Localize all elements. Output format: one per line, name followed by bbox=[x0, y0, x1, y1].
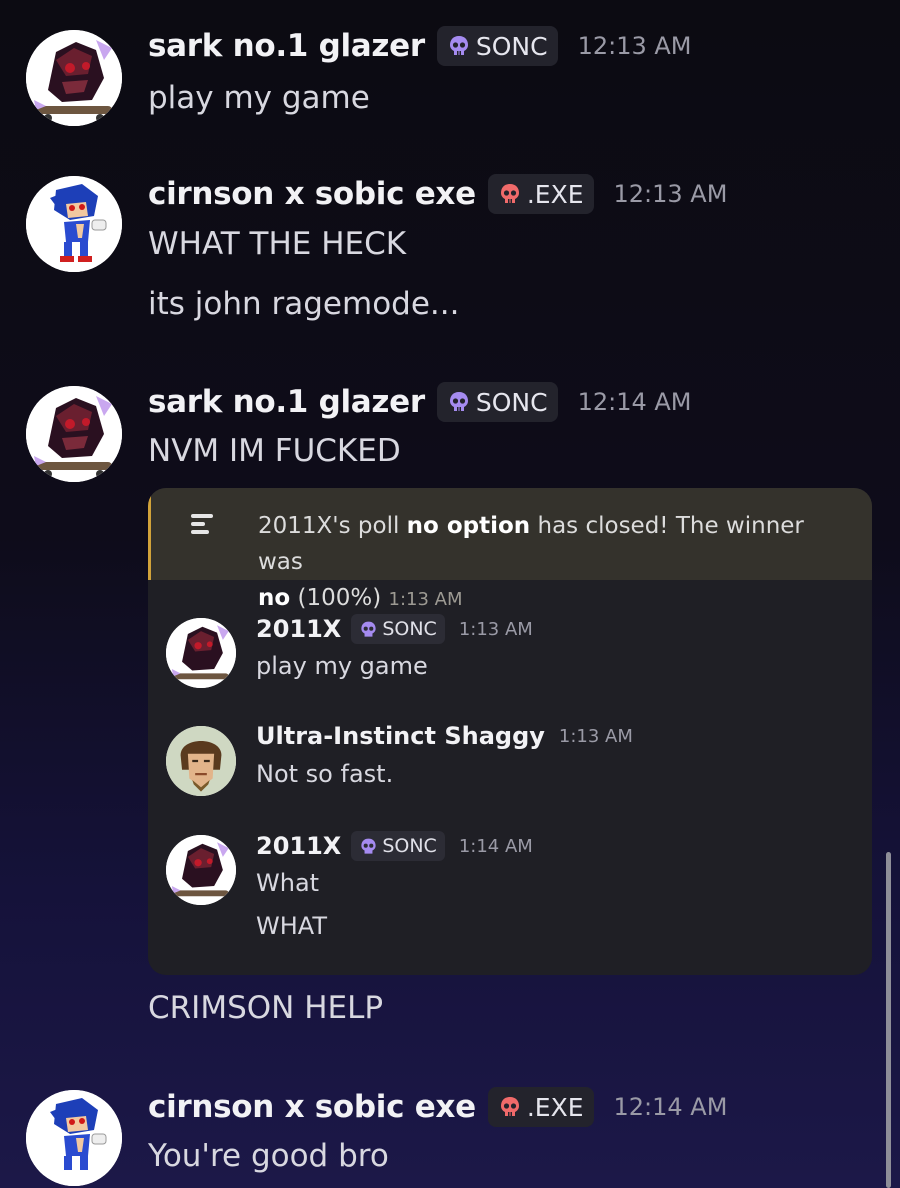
server-tag[interactable]: SONC bbox=[436, 382, 558, 422]
message-text: CRIMSON HELP bbox=[148, 990, 384, 1026]
poll-text-part: 2011X's poll bbox=[258, 513, 407, 539]
timestamp: 12:14 AM bbox=[577, 388, 692, 416]
server-tag[interactable]: SONC bbox=[436, 26, 558, 66]
tag-label: .EXE bbox=[526, 1092, 584, 1122]
avatar-sark[interactable] bbox=[26, 386, 122, 482]
message-text: NVM IM FUCKED bbox=[148, 433, 401, 469]
server-tag[interactable]: SONC bbox=[351, 614, 445, 644]
scrollbar[interactable] bbox=[886, 852, 891, 1188]
avatar-sark[interactable] bbox=[26, 30, 122, 126]
quoted-message-header: Ultra-Instinct Shaggy 1:13 AM bbox=[256, 722, 633, 750]
quoted-message-header: 2011X SONC 1:13 AM bbox=[256, 614, 533, 644]
tag-label: SONC bbox=[475, 387, 548, 417]
server-tag[interactable]: .EXE bbox=[487, 174, 594, 214]
tag-label: .EXE bbox=[526, 179, 584, 209]
message-text: its john ragemode... bbox=[148, 286, 460, 322]
username[interactable]: sark no.1 glazer bbox=[148, 384, 425, 420]
red-skull-icon bbox=[500, 184, 519, 203]
tag-label: SONC bbox=[475, 31, 548, 61]
message-text: play my game bbox=[148, 80, 370, 116]
poll-icon bbox=[191, 514, 213, 534]
purple-skull-icon bbox=[361, 621, 376, 637]
timestamp: 12:14 AM bbox=[613, 1093, 728, 1121]
quoted-message-header: 2011X SONC 1:14 AM bbox=[256, 831, 533, 861]
username[interactable]: 2011X bbox=[256, 615, 341, 643]
poll-name: no option bbox=[406, 513, 531, 539]
message-header: sark no.1 glazer SONC 12:14 AM bbox=[148, 382, 692, 422]
username[interactable]: cirnson x sobic exe bbox=[148, 176, 476, 212]
poll-result-banner[interactable]: 2011X's poll no option has closed! The w… bbox=[148, 488, 872, 611]
red-skull-icon bbox=[500, 1097, 519, 1116]
quoted-message-text: What bbox=[256, 869, 320, 897]
username[interactable]: 2011X bbox=[256, 832, 341, 860]
username[interactable]: cirnson x sobic exe bbox=[148, 1089, 476, 1125]
purple-skull-icon bbox=[361, 838, 376, 854]
poll-result-text: 2011X's poll no option has closed! The w… bbox=[258, 508, 838, 618]
timestamp: 1:13 AM bbox=[558, 725, 633, 747]
poll-percent: (100%) bbox=[290, 585, 389, 611]
username[interactable]: sark no.1 glazer bbox=[148, 28, 425, 64]
quoted-message-text: Not so fast. bbox=[256, 760, 394, 788]
avatar-cirnson[interactable] bbox=[26, 176, 122, 272]
message-text: WHAT THE HECK bbox=[148, 226, 407, 262]
message-header: sark no.1 glazer SONC 12:13 AM bbox=[148, 26, 692, 66]
timestamp: 12:13 AM bbox=[613, 180, 728, 208]
timestamp: 1:14 AM bbox=[458, 835, 533, 857]
tag-label: SONC bbox=[382, 618, 437, 640]
server-tag[interactable]: .EXE bbox=[487, 1087, 594, 1127]
quoted-message-text: WHAT bbox=[256, 912, 327, 940]
avatar-cirnson[interactable] bbox=[26, 1090, 122, 1186]
avatar-ultra-instinct-shaggy[interactable] bbox=[166, 726, 236, 796]
message-header: cirnson x sobic exe .EXE 12:13 AM bbox=[148, 174, 727, 214]
server-tag[interactable]: SONC bbox=[351, 831, 445, 861]
message-text: You're good bro bbox=[148, 1138, 389, 1174]
tag-label: SONC bbox=[382, 835, 437, 857]
timestamp: 1:13 AM bbox=[458, 618, 533, 640]
purple-skull-icon bbox=[449, 392, 468, 411]
poll-timestamp: 1:13 AM bbox=[388, 589, 463, 610]
timestamp: 12:13 AM bbox=[577, 32, 692, 60]
avatar-2011x[interactable] bbox=[166, 835, 236, 905]
message-header: cirnson x sobic exe .EXE 12:14 AM bbox=[148, 1087, 727, 1127]
quoted-message-text: play my game bbox=[256, 652, 428, 680]
avatar-2011x[interactable] bbox=[166, 618, 236, 688]
username[interactable]: Ultra-Instinct Shaggy bbox=[256, 722, 545, 750]
poll-winner: no bbox=[258, 585, 291, 611]
purple-skull-icon bbox=[449, 36, 468, 55]
